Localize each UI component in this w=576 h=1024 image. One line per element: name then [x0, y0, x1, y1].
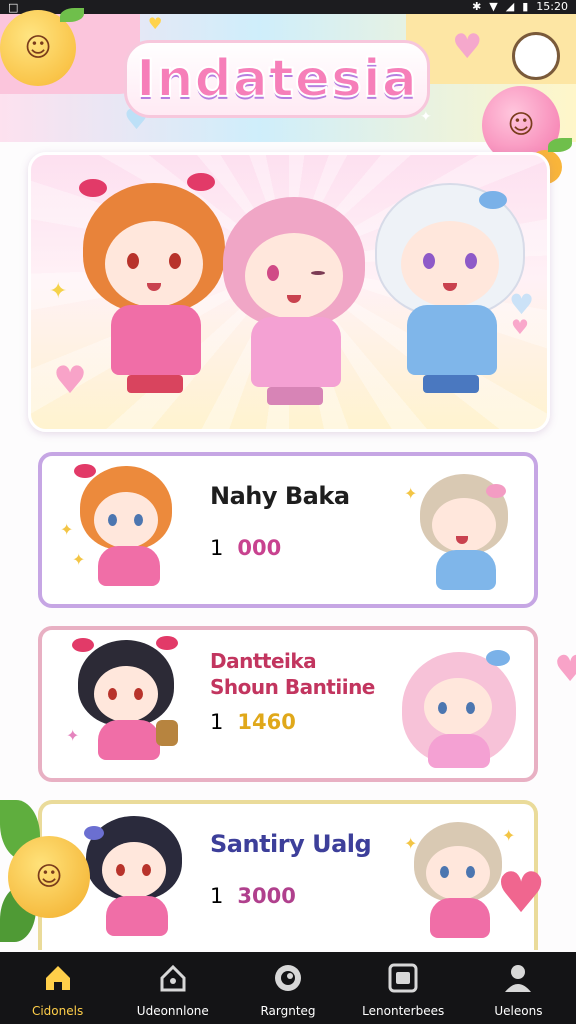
hero-illustration: ♥ ♥ ♥ ✦ — [28, 152, 550, 432]
score-rank: 1 — [210, 536, 224, 560]
score-rank: 1 — [210, 710, 224, 734]
character-score: 1 3000 — [210, 884, 296, 908]
card-companion — [398, 644, 528, 774]
cookie-icon — [512, 32, 560, 80]
nav-label: Rargnteg — [260, 1004, 316, 1018]
card-avatar — [78, 810, 198, 950]
wifi-icon: ▼ — [489, 0, 498, 13]
character-card[interactable]: ✦ Dantteika Shoun Bantiine 1 1460 — [38, 626, 538, 782]
gamepad-icon — [387, 962, 419, 994]
nav-item-home[interactable]: Cidonels — [0, 952, 115, 1024]
status-bar: □ ✱ ▼ ◢ ▮ 15:20 — [0, 0, 576, 14]
camera-icon — [272, 962, 304, 994]
card-companion — [414, 470, 524, 600]
character-pink-hair — [219, 191, 369, 421]
score-value: 1460 — [237, 710, 296, 734]
character-name: Dantteika Shoun Bantiine — [210, 649, 375, 699]
app-title-text: Indatesia — [135, 48, 418, 110]
character-white-hair — [371, 177, 531, 417]
profile-icon — [502, 962, 534, 994]
nav-label: Ueleons — [494, 1004, 543, 1018]
sparkle-icon: ✦ — [60, 520, 74, 539]
score-rank: 1 — [210, 884, 224, 908]
app-title: Indatesia — [124, 40, 430, 118]
nav-label: Udeonnlone — [136, 1004, 209, 1018]
card-avatar — [70, 462, 190, 598]
sparkle-icon: ✦ — [404, 484, 418, 503]
card-avatar — [70, 634, 190, 774]
nav-item-updates[interactable]: Udeonnlone — [115, 952, 230, 1024]
home-icon — [42, 962, 74, 994]
lemon-mascot-icon: ☺ — [8, 836, 90, 918]
bluetooth-icon: ✱ — [472, 0, 482, 13]
heart-icon: ♥ — [452, 27, 483, 67]
sparkle-icon: ✦ — [49, 279, 68, 304]
heart-wand-icon: ♥ — [496, 861, 547, 926]
house-outline-icon — [157, 962, 189, 994]
character-card[interactable]: ✦ ✦ Nahy Baka 1 000 ✦ — [38, 452, 538, 608]
status-time: 15:20 — [536, 0, 568, 13]
character-orange-hair — [79, 173, 229, 417]
sparkle-icon: ✦ — [502, 826, 516, 845]
score-value: 000 — [237, 536, 282, 560]
leaf-icon — [548, 138, 572, 152]
nav-label: Lenonterbees — [362, 1004, 445, 1018]
character-name: Santiry Ualg — [210, 830, 372, 858]
status-icons: ✱ ▼ ◢ ▮ 15:20 — [472, 0, 568, 13]
notification-icon: □ — [8, 1, 19, 14]
sparkle-icon: ✦ — [72, 550, 86, 569]
heart-icon: ♥ — [554, 649, 576, 690]
character-score: 1 1460 — [210, 710, 296, 734]
character-score: 1 000 — [210, 536, 281, 560]
nav-label: Cidonels — [31, 1004, 84, 1018]
character-name: Nahy Baka — [210, 482, 350, 510]
heart-icon: ♥ — [148, 14, 163, 33]
character-card[interactable]: Santiry Ualg 1 3000 ✦ ✦ — [38, 800, 538, 950]
bottom-nav: Cidonels Udeonnlone Rargnteg Lenonterbee… — [0, 952, 576, 1024]
signal-icon: ◢ — [505, 0, 515, 13]
nav-item-leaderboard[interactable]: Lenonterbees — [346, 952, 461, 1024]
sparkle-icon: ✦ — [404, 834, 418, 853]
nav-item-ranking[interactable]: Rargnteg — [230, 952, 345, 1024]
battery-icon: ▮ — [522, 0, 529, 13]
nav-item-profile[interactable]: Ueleons — [461, 952, 576, 1024]
sparkle-icon: ✦ — [420, 109, 432, 125]
sparkle-icon: ✦ — [66, 726, 80, 745]
score-value: 3000 — [237, 884, 296, 908]
